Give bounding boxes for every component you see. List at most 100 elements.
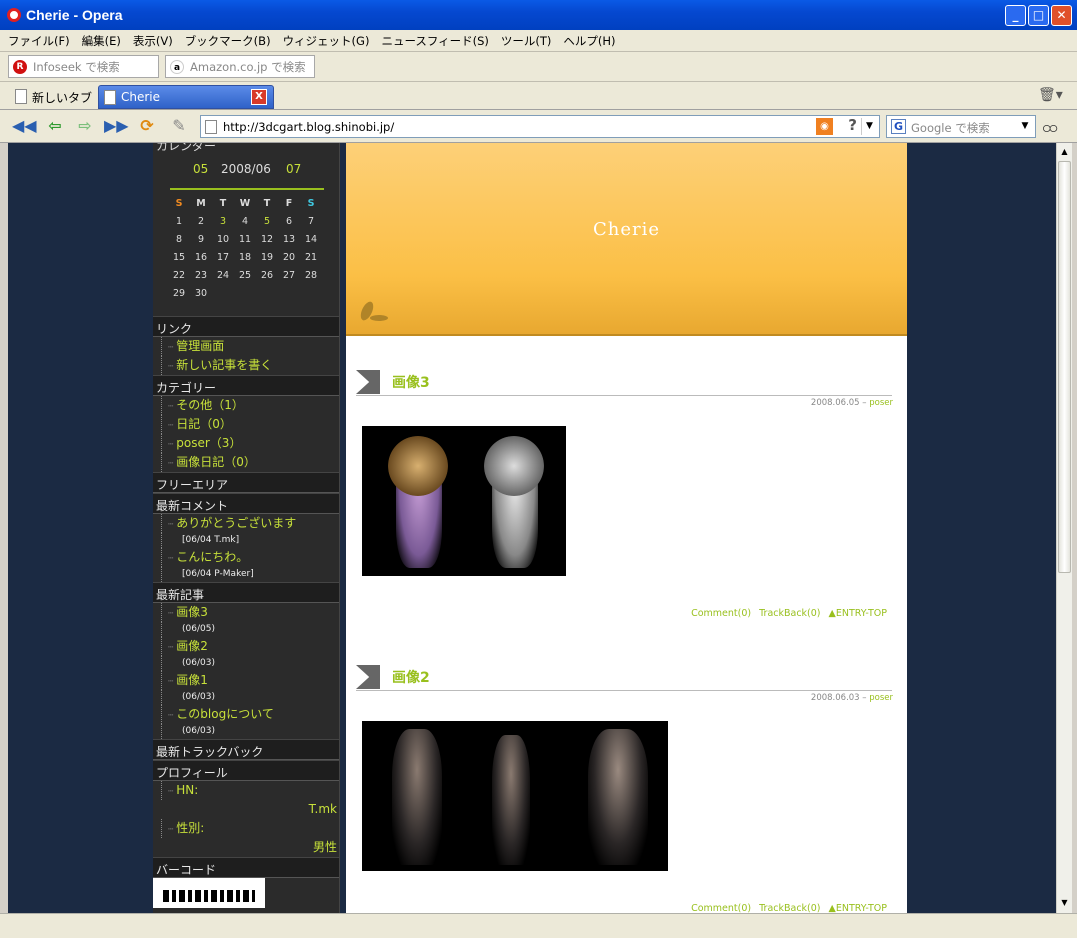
- address-field[interactable]: http://3dcgart.blog.shinobi.jp/ ◉ ? ▼: [200, 115, 880, 138]
- menu-view[interactable]: 表示(V): [127, 30, 179, 49]
- rss-icon[interactable]: ◉: [816, 118, 833, 135]
- post-footer-1: Comment(0) TrackBack(0) ▲ENTRY-TOP: [691, 608, 887, 619]
- fast-forward-icon[interactable]: ▶▶: [104, 116, 129, 136]
- calendar-day: 21: [304, 251, 318, 263]
- calendar-divider: [170, 188, 324, 190]
- menu-feeds[interactable]: ニュースフィード(S): [375, 30, 494, 49]
- category-other[interactable]: その他（1）: [161, 396, 339, 415]
- navigation-bar: ◀◀ ⇦ ⇨ ▶▶ ⟳ ✎ http://3dcgart.blog.shinob…: [0, 110, 1077, 143]
- reload-icon[interactable]: ⟳: [136, 116, 158, 136]
- menu-file[interactable]: ファイル(F): [0, 30, 76, 49]
- tab-cherie[interactable]: Cherie X: [98, 85, 274, 109]
- edit-icon[interactable]: ✎: [168, 116, 190, 136]
- back-icon[interactable]: ⇦: [44, 116, 66, 136]
- calendar-day: 13: [282, 233, 296, 245]
- post-title-link[interactable]: 画像3: [392, 375, 430, 391]
- article-link[interactable]: 画像1: [161, 671, 339, 690]
- tab-new[interactable]: 新しいタブ: [10, 85, 94, 109]
- google-dropdown-icon[interactable]: ▼: [1017, 118, 1033, 135]
- calendar-day: 7: [307, 215, 315, 227]
- post-title-2: 画像2: [356, 665, 892, 691]
- calendar-month: 2008/06: [221, 162, 271, 176]
- status-bar: [0, 913, 1077, 938]
- calendar-prev-link[interactable]: 05: [193, 162, 208, 176]
- scroll-down-icon[interactable]: ▼: [1058, 895, 1071, 910]
- calendar-day: 20: [282, 251, 296, 263]
- blog-title[interactable]: Cherie: [346, 219, 907, 240]
- infoseek-icon: R: [13, 60, 27, 74]
- barcode-heading: バーコード: [153, 857, 339, 878]
- vertical-scrollbar[interactable]: ▲ ▼: [1056, 143, 1072, 913]
- menu-help[interactable]: ヘルプ(H): [557, 30, 621, 49]
- calendar-day: 28: [304, 269, 318, 281]
- calendar-day: 23: [194, 269, 208, 281]
- link-admin[interactable]: 管理画面: [161, 337, 339, 356]
- post-title-link[interactable]: 画像2: [392, 670, 430, 686]
- category-poser[interactable]: poser（3）: [161, 434, 339, 453]
- search-toolbar: R Infoseek で検索 a Amazon.co.jp で検索: [0, 52, 1077, 82]
- comment-link[interactable]: こんにちわ。: [161, 548, 339, 567]
- post-image-1[interactable]: [362, 426, 566, 576]
- infoseek-placeholder: Infoseek で検索: [33, 60, 120, 74]
- calendar-day: 30: [194, 287, 208, 299]
- rewind-icon[interactable]: ◀◀: [12, 116, 37, 136]
- close-tab-icon[interactable]: X: [251, 89, 267, 105]
- calendar-day: 24: [216, 269, 230, 281]
- entry-top-link[interactable]: ▲ENTRY-TOP: [829, 903, 887, 913]
- post-flag-icon: [356, 370, 380, 394]
- scroll-thumb[interactable]: [1058, 161, 1071, 573]
- trackback-link[interactable]: TrackBack(0): [759, 903, 820, 913]
- amazon-search-input[interactable]: a Amazon.co.jp で検索: [165, 55, 315, 78]
- calendar-header: カレンダー: [153, 143, 339, 154]
- menu-tools[interactable]: ツール(T): [495, 30, 558, 49]
- category-image-diary[interactable]: 画像日記（0）: [161, 453, 339, 472]
- post-category-link[interactable]: poser: [869, 398, 893, 408]
- post-category-link[interactable]: poser: [869, 693, 893, 703]
- profile-sex-label: 性別:: [161, 819, 339, 838]
- address-dropdown-icon[interactable]: ▼: [861, 118, 877, 135]
- calendar-day: 4: [241, 215, 249, 227]
- google-search-input[interactable]: G Google で検索 ▼: [886, 115, 1036, 138]
- scroll-up-icon[interactable]: ▲: [1058, 144, 1071, 159]
- maximize-button[interactable]: □: [1028, 5, 1049, 26]
- profile-hn-value: T.mk: [308, 802, 337, 816]
- calendar-day: 19: [260, 251, 274, 263]
- calendar-day: 8: [175, 233, 183, 245]
- article-date: (06/05): [161, 622, 339, 637]
- calendar-day: 22: [172, 269, 186, 281]
- calendar-day: 26: [260, 269, 274, 281]
- close-window-button[interactable]: ✕: [1051, 5, 1072, 26]
- amazon-icon: a: [170, 60, 184, 74]
- calendar-day: 29: [172, 287, 186, 299]
- post-date: 2008.06.05: [810, 398, 860, 408]
- weekday-tue: T: [219, 197, 227, 209]
- infoseek-search-input[interactable]: R Infoseek で検索: [8, 55, 159, 78]
- menu-bookmarks[interactable]: ブックマーク(B): [179, 30, 277, 49]
- post-flag-icon: [356, 665, 380, 689]
- calendar-day: 12: [260, 233, 274, 245]
- category-diary[interactable]: 日記（0）: [161, 415, 339, 434]
- article-link[interactable]: 画像2: [161, 637, 339, 656]
- help-icon[interactable]: ?: [848, 116, 857, 134]
- forward-icon[interactable]: ⇨: [74, 116, 96, 136]
- google-placeholder: Google で検索: [911, 121, 990, 135]
- article-link[interactable]: このblogについて: [161, 705, 339, 724]
- link-new-post[interactable]: 新しい記事を書く: [161, 356, 339, 375]
- entry-top-link[interactable]: ▲ENTRY-TOP: [829, 608, 887, 619]
- calendar-day: 17: [216, 251, 230, 263]
- menu-widgets[interactable]: ウィジェット(G): [277, 30, 376, 49]
- comment-link[interactable]: ありがとうございます: [161, 514, 339, 533]
- calendar-day-link[interactable]: 5: [256, 212, 278, 230]
- calendar-next-link[interactable]: 07: [286, 162, 301, 176]
- glasses-icon[interactable]: ထ: [1042, 116, 1057, 140]
- trackback-link[interactable]: TrackBack(0): [759, 608, 820, 619]
- comment-link[interactable]: Comment(0): [691, 903, 751, 913]
- menu-edit[interactable]: 編集(E): [76, 30, 127, 49]
- calendar-day-link[interactable]: 3: [212, 212, 234, 230]
- minimize-button[interactable]: _: [1005, 5, 1026, 26]
- trash-icon[interactable]: 🗑▾: [1038, 87, 1063, 103]
- weekday-fri: F: [285, 197, 293, 209]
- post-image-2[interactable]: [362, 721, 668, 871]
- comment-link[interactable]: Comment(0): [691, 608, 751, 619]
- article-link[interactable]: 画像3: [161, 603, 339, 622]
